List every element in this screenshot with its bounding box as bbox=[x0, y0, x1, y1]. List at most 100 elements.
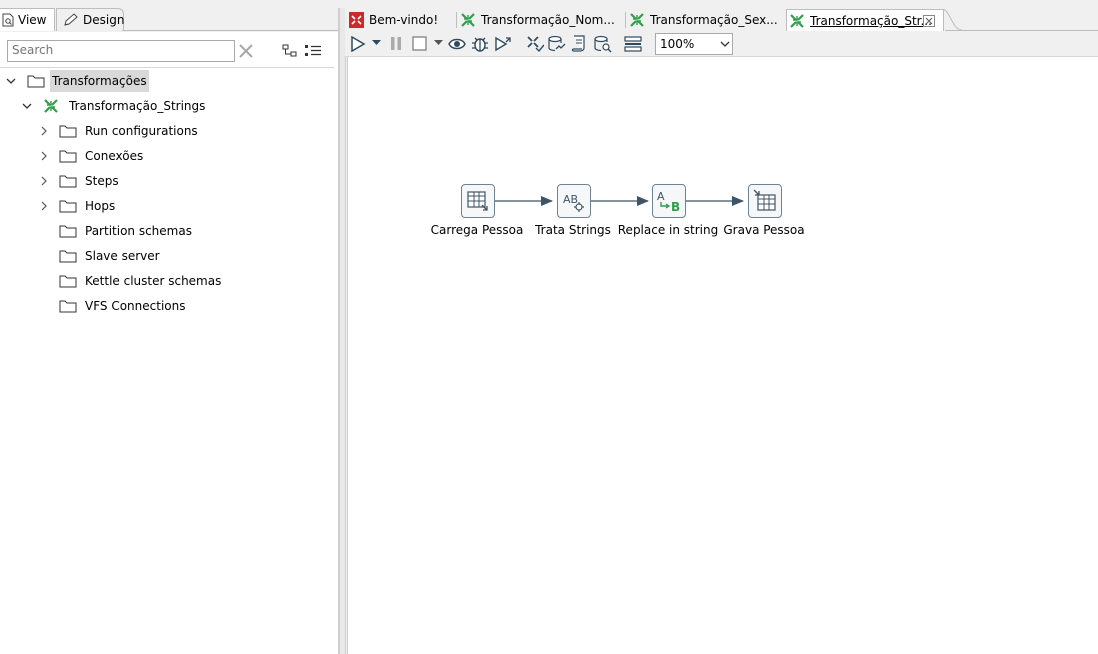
folder-icon bbox=[59, 249, 77, 263]
zoom-value: 100% bbox=[660, 37, 695, 51]
tree-item-conexoes[interactable]: Conexões bbox=[0, 145, 330, 167]
chevron-right-icon[interactable] bbox=[39, 126, 49, 136]
step-grava-pessoa[interactable] bbox=[748, 184, 782, 218]
chevron-down-icon[interactable] bbox=[22, 101, 32, 111]
transformation-canvas[interactable]: Carrega Pessoa AB Trata Strings AB Repla… bbox=[347, 57, 1098, 654]
step-carrega-pessoa[interactable] bbox=[461, 184, 495, 218]
tree-item-kettle-cluster-schemas[interactable]: Kettle cluster schemas bbox=[0, 270, 330, 292]
tree-item-label: Hops bbox=[85, 199, 116, 213]
search-input[interactable] bbox=[8, 41, 232, 59]
editor-tab-welcome[interactable]: Bem-vindo! bbox=[346, 10, 454, 30]
tree-item-run-configurations[interactable]: Run configurations bbox=[0, 120, 330, 142]
transformation-icon bbox=[629, 12, 645, 28]
editor-tab-transformacao-nom[interactable]: Transformação_Nom... bbox=[458, 10, 624, 30]
chevron-right-icon[interactable] bbox=[39, 176, 49, 186]
left-panel-tabs: View Design bbox=[0, 8, 338, 32]
tree-root-label: Transformações bbox=[50, 70, 149, 92]
replay-icon[interactable] bbox=[494, 35, 512, 53]
svg-text:AB: AB bbox=[563, 193, 578, 206]
tree-item-label: Conexões bbox=[85, 149, 144, 163]
welcome-icon bbox=[349, 12, 364, 28]
tree-item-label: Steps bbox=[85, 174, 119, 188]
editor-tab-label: Transformação_Sex... bbox=[650, 13, 778, 27]
pause-icon[interactable] bbox=[390, 36, 402, 51]
tree-item-label: Run configurations bbox=[85, 124, 198, 138]
tree-transformation[interactable]: Transformação_Strings bbox=[0, 95, 330, 117]
stop-options-icon[interactable] bbox=[434, 40, 443, 46]
step-label: Replace in string bbox=[617, 223, 719, 237]
tree-item-hops[interactable]: Hops bbox=[0, 195, 330, 217]
tree-item-label: Partition schemas bbox=[85, 224, 192, 238]
folder-icon bbox=[27, 74, 45, 88]
editor-tab-transformacao-str-active[interactable]: Transformação_Str... bbox=[786, 9, 944, 32]
editor-tab-label: Transformação_Str... bbox=[810, 14, 932, 28]
tree-root-transformations[interactable]: Transformações bbox=[0, 70, 330, 92]
folder-icon bbox=[59, 299, 77, 313]
tab-separator bbox=[456, 12, 457, 28]
tab-design-label: Design bbox=[83, 13, 125, 27]
view-icon bbox=[2, 13, 14, 27]
step-label: Carrega Pessoa bbox=[430, 223, 524, 237]
svg-text:B: B bbox=[671, 200, 680, 214]
tree-item-slave-server[interactable]: Slave server bbox=[0, 245, 330, 267]
run-options-icon[interactable] bbox=[372, 40, 381, 46]
transformation-icon bbox=[460, 12, 476, 28]
tab-divider bbox=[122, 30, 338, 31]
hops-layer bbox=[495, 196, 744, 206]
replace-in-string-icon: AB bbox=[656, 188, 682, 214]
chevron-right-icon[interactable] bbox=[39, 201, 49, 211]
tree-item-label: Kettle cluster schemas bbox=[85, 274, 222, 288]
pencil-icon bbox=[63, 13, 79, 27]
transformation-icon bbox=[43, 98, 59, 114]
close-tab-icon[interactable] bbox=[923, 15, 935, 27]
verify-icon[interactable] bbox=[526, 35, 544, 53]
sql-icon[interactable] bbox=[571, 35, 587, 53]
svg-text:A: A bbox=[657, 190, 665, 203]
panel-splitter[interactable] bbox=[339, 8, 346, 654]
panel-divider bbox=[0, 67, 334, 68]
step-label: Trata Strings bbox=[535, 223, 611, 237]
editor-tab-label: Bem-vindo! bbox=[369, 13, 439, 27]
stop-icon[interactable] bbox=[412, 36, 427, 51]
folder-icon bbox=[59, 174, 77, 188]
tree-item-label: Slave server bbox=[85, 249, 160, 263]
tree-item-steps[interactable]: Steps bbox=[0, 170, 330, 192]
search-field[interactable] bbox=[7, 40, 235, 62]
impact-icon[interactable] bbox=[548, 35, 566, 53]
tab-design[interactable]: Design bbox=[56, 8, 124, 31]
run-icon[interactable] bbox=[350, 36, 366, 52]
database-explore-icon[interactable] bbox=[594, 35, 612, 53]
tab-view[interactable]: View bbox=[0, 8, 55, 31]
tab-curve bbox=[942, 9, 963, 31]
editor-tab-transformacao-sex[interactable]: Transformação_Sex... bbox=[627, 10, 785, 30]
tree-transformation-label: Transformação_Strings bbox=[69, 99, 206, 113]
folder-icon bbox=[59, 274, 77, 288]
tab-separator bbox=[625, 12, 626, 28]
step-trata-strings[interactable]: AB bbox=[557, 184, 591, 218]
tree-item-vfs-connections[interactable]: VFS Connections bbox=[0, 295, 330, 317]
tree-item-label: VFS Connections bbox=[85, 299, 186, 313]
expand-list-icon[interactable] bbox=[304, 44, 322, 58]
table-output-icon bbox=[753, 189, 777, 213]
zoom-select[interactable]: 100% bbox=[655, 33, 733, 55]
string-operations-icon: AB bbox=[562, 189, 586, 213]
folder-icon bbox=[59, 199, 77, 213]
tab-view-label: View bbox=[18, 13, 47, 27]
folder-icon bbox=[59, 224, 77, 238]
step-replace-in-string[interactable]: AB bbox=[652, 184, 686, 218]
show-results-icon[interactable] bbox=[624, 36, 642, 52]
step-label: Grava Pessoa bbox=[723, 223, 805, 237]
editor-tab-label: Transformação_Nom... bbox=[481, 13, 615, 27]
clear-search-icon[interactable] bbox=[238, 43, 254, 59]
chevron-down-icon[interactable] bbox=[720, 41, 730, 48]
editor-tabbar: Bem-vindo! Transformação_Nom... Transfor… bbox=[345, 8, 1098, 32]
collapse-all-icon[interactable] bbox=[282, 44, 298, 58]
chevron-right-icon[interactable] bbox=[39, 151, 49, 161]
tree-item-partition-schemas[interactable]: Partition schemas bbox=[0, 220, 330, 242]
folder-icon bbox=[59, 124, 77, 138]
transformation-icon bbox=[789, 13, 805, 29]
table-input-icon bbox=[466, 189, 490, 213]
preview-icon[interactable] bbox=[448, 37, 466, 51]
debug-icon[interactable] bbox=[471, 35, 489, 53]
chevron-down-icon[interactable] bbox=[6, 76, 16, 86]
